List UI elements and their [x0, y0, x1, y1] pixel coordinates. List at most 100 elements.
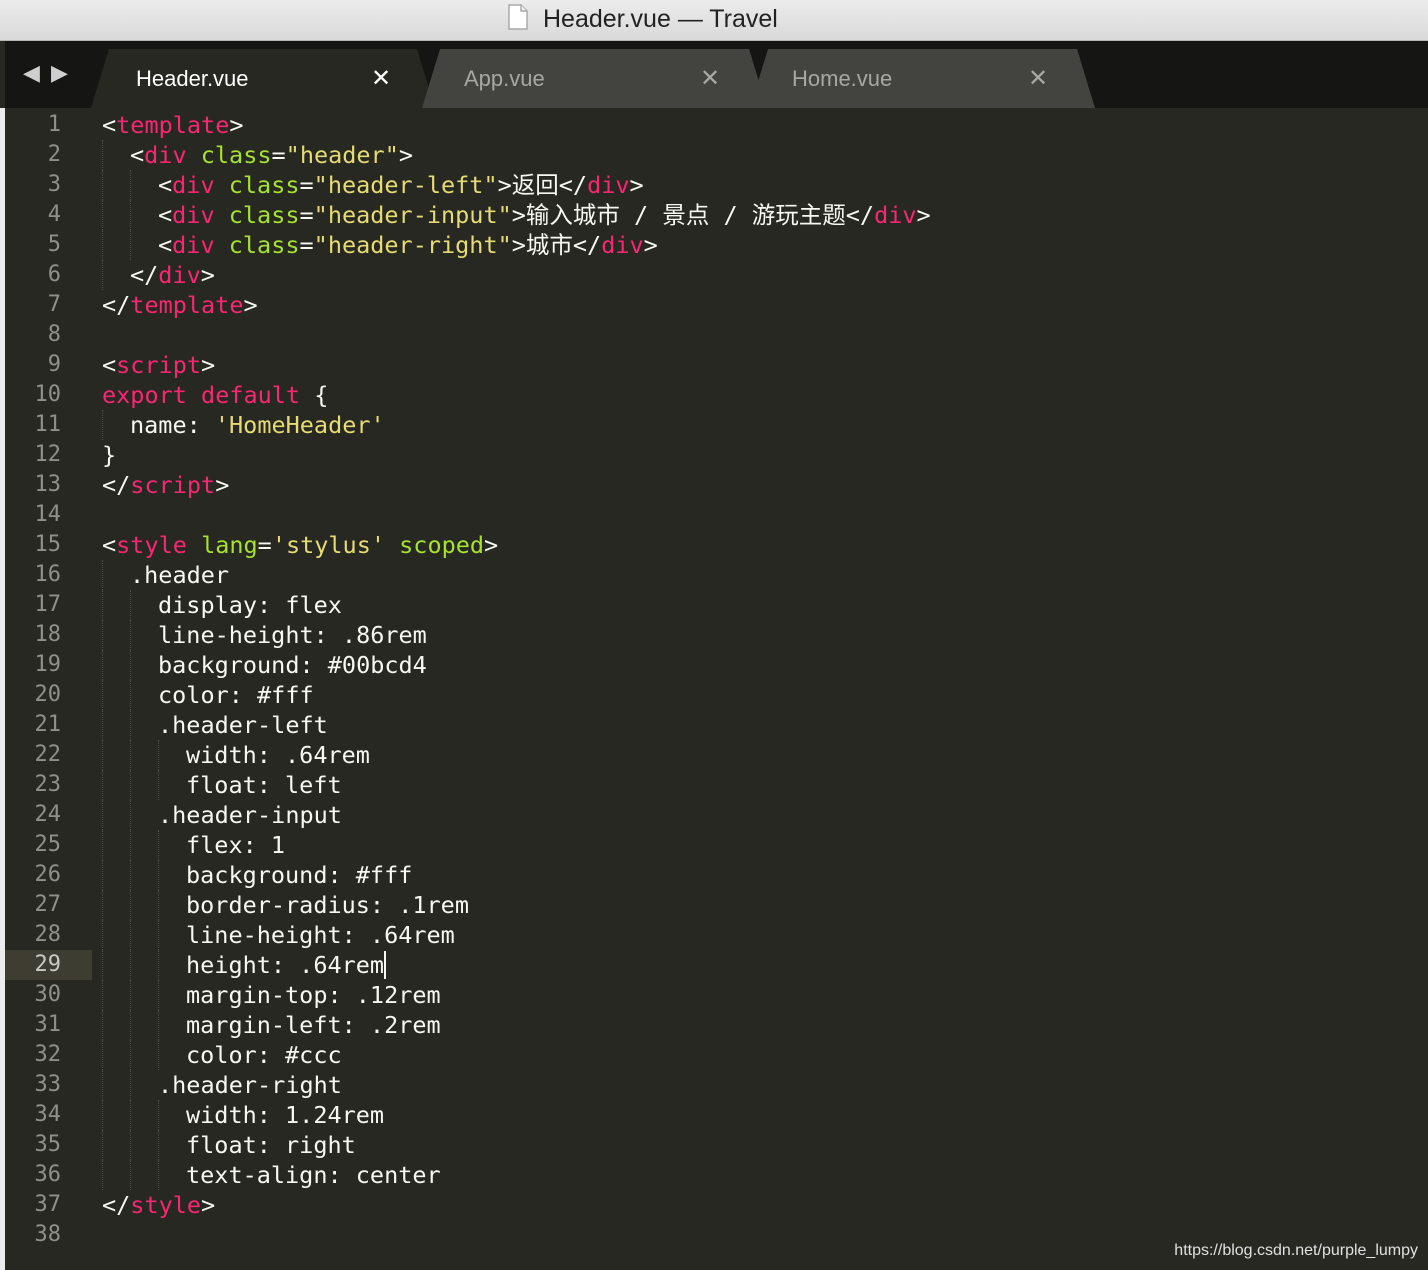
indent-guide	[102, 920, 103, 950]
indent-guide	[102, 560, 103, 590]
indent-guide	[158, 1010, 159, 1040]
line-number: 28	[34, 922, 62, 947]
tab-app-vue[interactable]: App.vue ✕	[422, 49, 767, 108]
code-line[interactable]: 21 .header-left	[5, 710, 1428, 740]
code-line[interactable]: 15 <style lang='stylus' scoped>	[5, 530, 1428, 560]
indent-guide	[130, 920, 131, 950]
code-text: .header	[130, 560, 229, 590]
indent-guide	[158, 890, 159, 920]
code-text: .header-right	[158, 1070, 342, 1100]
code-line[interactable]: 37 </style>	[5, 1190, 1428, 1220]
indent-guide	[130, 170, 131, 200]
indent-guide	[102, 200, 103, 230]
code-line[interactable]: 20 color: #fff	[5, 680, 1428, 710]
code-text: line-height: .64rem	[186, 920, 455, 950]
code-text: .header-input	[158, 800, 342, 830]
indent-guide	[102, 260, 103, 290]
code-text: <div class="header-left">返回</div>	[158, 170, 644, 200]
code-text: .header-left	[158, 711, 328, 739]
code-line[interactable]: 22 width: .64rem	[5, 740, 1428, 770]
indent-guide	[130, 740, 131, 770]
code-line[interactable]: 6 </div>	[5, 260, 1428, 290]
code-line[interactable]: 14	[5, 500, 1428, 530]
forward-arrow-icon[interactable]: ▶	[51, 61, 68, 85]
code-text: width: .64rem	[186, 740, 370, 770]
code-line[interactable]: 33 .header-right	[5, 1070, 1428, 1100]
close-icon[interactable]: ✕	[1028, 65, 1048, 93]
indent-guide	[102, 680, 103, 710]
code-line[interactable]: 7 </template>	[5, 290, 1428, 320]
code-text: border-radius: .1rem	[186, 891, 469, 919]
code-line[interactable]: 16 .header	[5, 560, 1428, 590]
code-line[interactable]: 10 export default {	[5, 380, 1428, 410]
back-arrow-icon[interactable]: ◀	[23, 61, 40, 85]
line-number: 23	[34, 772, 62, 797]
close-icon[interactable]: ✕	[371, 65, 391, 93]
indent-guide	[158, 830, 159, 860]
code-line[interactable]: 13 </script>	[5, 470, 1428, 500]
code-line[interactable]: 5 <div class="header-right">城市</div>	[5, 230, 1428, 260]
code-line[interactable]: 24 .header-input	[5, 800, 1428, 830]
code-line[interactable]: 28 line-height: .64rem	[5, 920, 1428, 950]
indent-guide	[158, 770, 159, 800]
document-icon	[508, 4, 528, 30]
code-attribute: class	[228, 201, 300, 229]
indent-guide	[130, 1040, 131, 1070]
tab-home-vue[interactable]: Home.vue ✕	[750, 49, 1095, 108]
code-text: color: #ccc	[186, 1041, 342, 1069]
code-line[interactable]: 34 width: 1.24rem	[5, 1100, 1428, 1130]
indent-guide	[130, 980, 131, 1010]
code-line[interactable]: 32 color: #ccc	[5, 1040, 1428, 1070]
indent-guide	[102, 950, 103, 980]
code-line[interactable]: 4 <div class="header-input">输入城市 / 景点 / 游…	[5, 200, 1428, 230]
indent-guide	[102, 1160, 103, 1190]
line-number: 7	[47, 292, 61, 317]
code-line[interactable]: 35 float: right	[5, 1130, 1428, 1160]
close-icon[interactable]: ✕	[700, 65, 720, 93]
code-text: <	[102, 351, 117, 379]
code-text: >	[215, 471, 230, 499]
code-line[interactable]: 17 display: flex	[5, 590, 1428, 620]
indent-guide	[102, 230, 103, 260]
indent-guide	[130, 1070, 131, 1100]
code-line[interactable]: 27 border-radius: .1rem	[5, 890, 1428, 920]
line-number: 5	[47, 232, 61, 257]
code-line[interactable]: 31 margin-left: .2rem	[5, 1010, 1428, 1040]
line-number: 32	[34, 1042, 62, 1067]
indent-guide	[102, 1040, 103, 1070]
code-text: <	[158, 171, 173, 199]
code-line[interactable]: 2 <div class="header">	[5, 140, 1428, 170]
code-text: <	[130, 141, 145, 169]
code-line[interactable]: 23 float: left	[5, 770, 1428, 800]
code-line[interactable]: 30 margin-top: .12rem	[5, 980, 1428, 1010]
code-line[interactable]: 36 text-align: center	[5, 1160, 1428, 1190]
code-text: height: .64rem	[186, 950, 387, 980]
tab-header-vue[interactable]: Header.vue ✕	[91, 49, 435, 108]
indent-guide	[102, 620, 103, 650]
code-line[interactable]: 3 <div class="header-left">返回</div>	[5, 170, 1428, 200]
code-text: width: 1.24rem	[186, 1100, 384, 1130]
code-line[interactable]: 1 <template>	[5, 110, 1428, 140]
line-number: 11	[34, 412, 62, 437]
code-text: display: flex	[158, 590, 342, 620]
line-number: 15	[34, 532, 62, 557]
indent-guide	[102, 410, 103, 440]
code-text: <div class="header-right">城市</div>	[158, 230, 658, 260]
code-line[interactable]: 29 height: .64rem	[5, 950, 1428, 980]
code-editor[interactable]: 1 <template> 2 <div class="header"> 3 <div cl…	[5, 108, 1428, 1270]
code-line[interactable]: 26 background: #fff	[5, 860, 1428, 890]
code-line[interactable]: 8	[5, 320, 1428, 350]
code-line[interactable]: 9 <script>	[5, 350, 1428, 380]
indent-guide	[102, 770, 103, 800]
code-line[interactable]: 18 line-height: .86rem	[5, 620, 1428, 650]
code-line[interactable]: 19 background: #00bcd4	[5, 650, 1428, 680]
line-number: 36	[34, 1162, 62, 1187]
code-line[interactable]: 25 flex: 1	[5, 830, 1428, 860]
code-line[interactable]: 11 name: 'HomeHeader'	[5, 410, 1428, 440]
indent-guide	[158, 950, 159, 980]
code-line[interactable]: 12}	[5, 440, 1428, 470]
